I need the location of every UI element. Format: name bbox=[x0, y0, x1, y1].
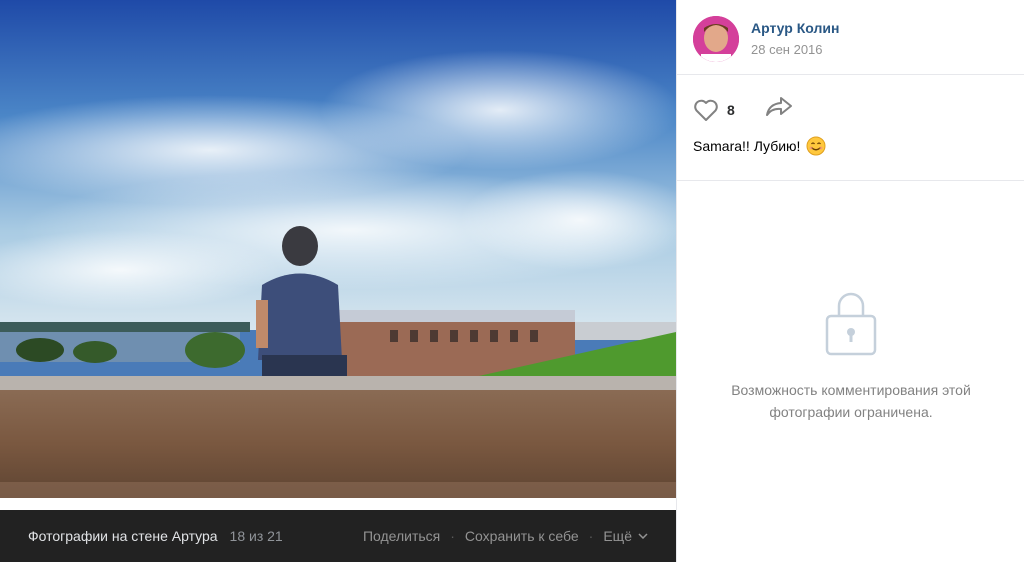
album-title-link[interactable]: Фотографии на стене Артура bbox=[28, 528, 218, 544]
divider bbox=[677, 74, 1024, 75]
post-caption: Samara!! Лубию! bbox=[693, 136, 826, 156]
album-info: Фотографии на стене Артура 18 из 21 bbox=[28, 528, 283, 544]
photo-bottom-bar: Фотографии на стене Артура 18 из 21 Поде… bbox=[0, 510, 676, 562]
photo-counter: 18 из 21 bbox=[229, 528, 283, 544]
caption-text: Samara!! Лубию! bbox=[693, 138, 801, 154]
more-label: Ещё bbox=[603, 528, 632, 544]
avatar[interactable] bbox=[693, 16, 739, 62]
photo-pane: Фотографии на стене Артура 18 из 21 Поде… bbox=[0, 0, 676, 562]
lock-icon bbox=[825, 292, 877, 356]
author-name-link[interactable]: Артур Колин bbox=[751, 20, 839, 36]
photo-actions: Поделиться · Сохранить к себе · Ещё bbox=[363, 528, 648, 544]
comments-restricted-line2: фотографии ограничена. bbox=[769, 404, 933, 420]
divider bbox=[677, 180, 1024, 181]
author-info: Артур Колин 28 сен 2016 bbox=[751, 20, 839, 62]
smiling-face-emoji bbox=[806, 136, 826, 156]
more-menu-button[interactable]: Ещё bbox=[603, 528, 648, 544]
save-to-my-photos-link[interactable]: Сохранить к себе bbox=[465, 528, 579, 544]
photo-image bbox=[0, 0, 676, 510]
comments-restricted-line1: Возможность комментирования этой bbox=[731, 382, 971, 398]
post-actions: 8 bbox=[693, 96, 793, 123]
share-button[interactable] bbox=[765, 96, 793, 123]
share-link[interactable]: Поделиться bbox=[363, 528, 440, 544]
like-count: 8 bbox=[727, 101, 735, 118]
comments-restricted: Возможность комментирования этой фотогра… bbox=[677, 290, 1024, 423]
author-block: Артур Колин 28 сен 2016 bbox=[693, 16, 839, 62]
photo[interactable] bbox=[0, 0, 676, 510]
chevron-down-icon bbox=[638, 533, 648, 539]
share-arrow-icon bbox=[765, 97, 792, 116]
avatar-image bbox=[693, 16, 739, 62]
photo-sidebar: Артур Колин 28 сен 2016 8 Samara!! Лубию… bbox=[676, 0, 1024, 562]
heart-icon bbox=[694, 99, 718, 121]
comments-restricted-text: Возможность комментирования этой фотогра… bbox=[677, 379, 1024, 423]
photo-viewer: Фотографии на стене Артура 18 из 21 Поде… bbox=[0, 0, 1024, 562]
like-button[interactable]: 8 bbox=[693, 98, 735, 122]
post-date[interactable]: 28 сен 2016 bbox=[751, 42, 839, 57]
separator-dot: · bbox=[450, 528, 455, 544]
separator-dot: · bbox=[588, 528, 594, 544]
